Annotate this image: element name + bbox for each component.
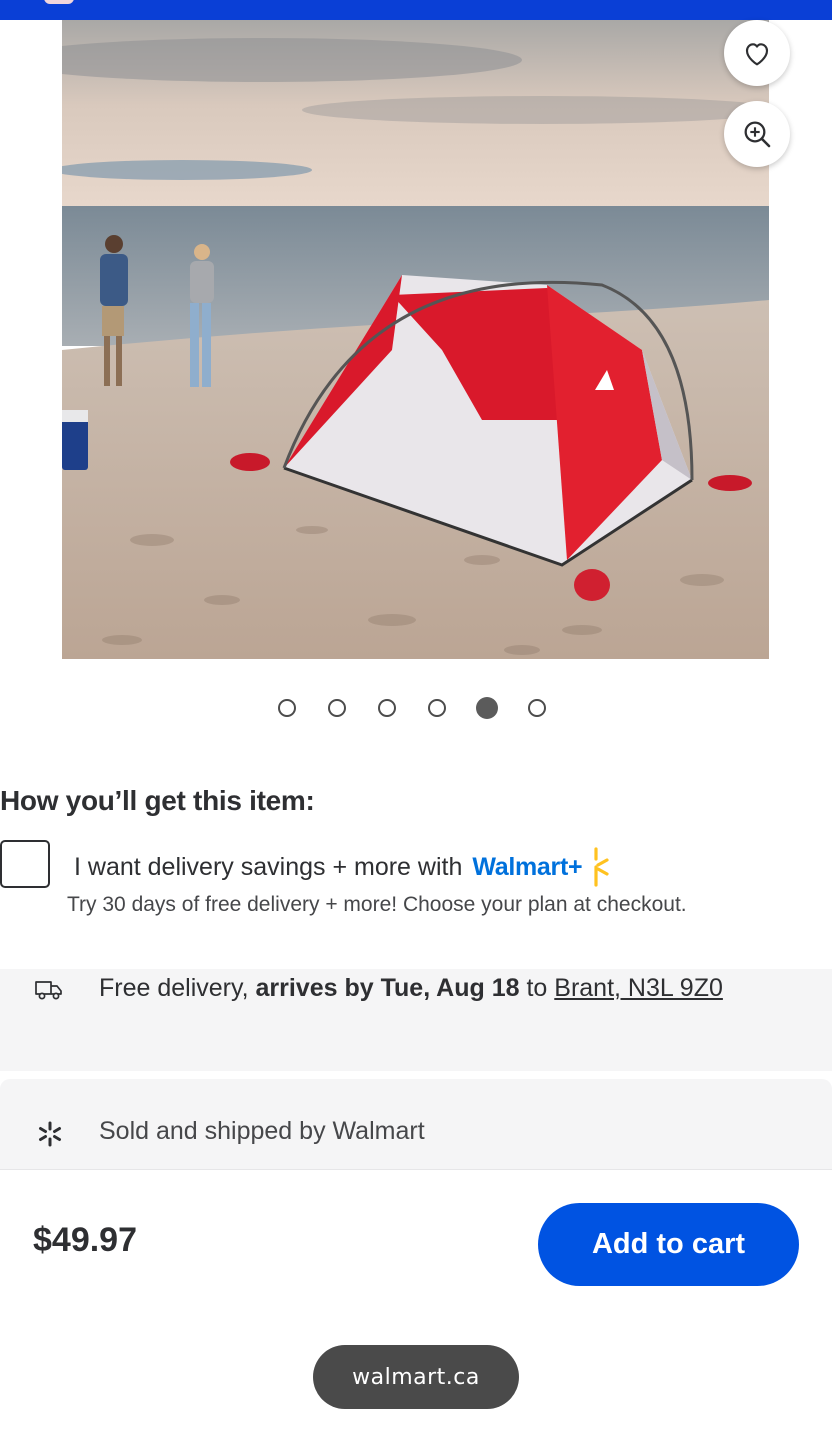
add-to-cart-button[interactable]: Add to cart xyxy=(538,1203,799,1286)
product-photo xyxy=(62,20,769,659)
truck-icon xyxy=(35,981,62,1000)
walmart-plus-subtext: Try 30 days of free delivery + more! Cho… xyxy=(67,893,687,916)
browser-url-pill[interactable]: walmart.ca xyxy=(313,1345,519,1409)
product-image[interactable] xyxy=(62,20,769,659)
walmart-plus-checkbox[interactable] xyxy=(0,840,50,888)
walmart-plus-brand: Walmart+ xyxy=(472,852,583,881)
carousel-dot[interactable] xyxy=(328,699,346,717)
walmart-plus-logo: Walmart+ xyxy=(472,845,610,889)
heart-icon xyxy=(745,43,769,66)
carousel-dot[interactable] xyxy=(278,699,296,717)
carousel-dots xyxy=(0,696,832,720)
zoom-in-icon xyxy=(744,121,771,148)
delivery-prefix: Free delivery, xyxy=(99,974,256,1002)
walmart-spark-logo-icon xyxy=(594,847,609,887)
carousel-dot-active[interactable] xyxy=(476,697,498,719)
carousel-dot[interactable] xyxy=(528,699,546,717)
walmart-plus-label: I want delivery savings + more with xyxy=(74,852,463,881)
carousel-dot[interactable] xyxy=(428,699,446,717)
fulfillment-title: How you’ll get this item: xyxy=(0,785,315,816)
product-price: $49.97 xyxy=(33,1221,137,1259)
delivery-to: to xyxy=(519,974,555,1002)
walmart-spark-icon xyxy=(39,1121,61,1147)
walmart-plus-row[interactable]: I want delivery savings + more with Walm… xyxy=(74,845,610,889)
seller-info: Sold and shipped by Walmart xyxy=(99,1117,425,1145)
delivery-location-link[interactable]: Brant, N3L 9Z0 xyxy=(554,974,723,1002)
browser-top-bar xyxy=(0,0,832,20)
carousel-dot[interactable] xyxy=(378,699,396,717)
top-bar-indicator xyxy=(44,0,74,4)
delivery-info: Free delivery, arrives by Tue, Aug 18 to… xyxy=(99,974,723,1003)
delivery-date: arrives by Tue, Aug 18 xyxy=(255,974,520,1002)
favorite-button[interactable] xyxy=(724,20,790,86)
zoom-button[interactable] xyxy=(724,101,790,167)
